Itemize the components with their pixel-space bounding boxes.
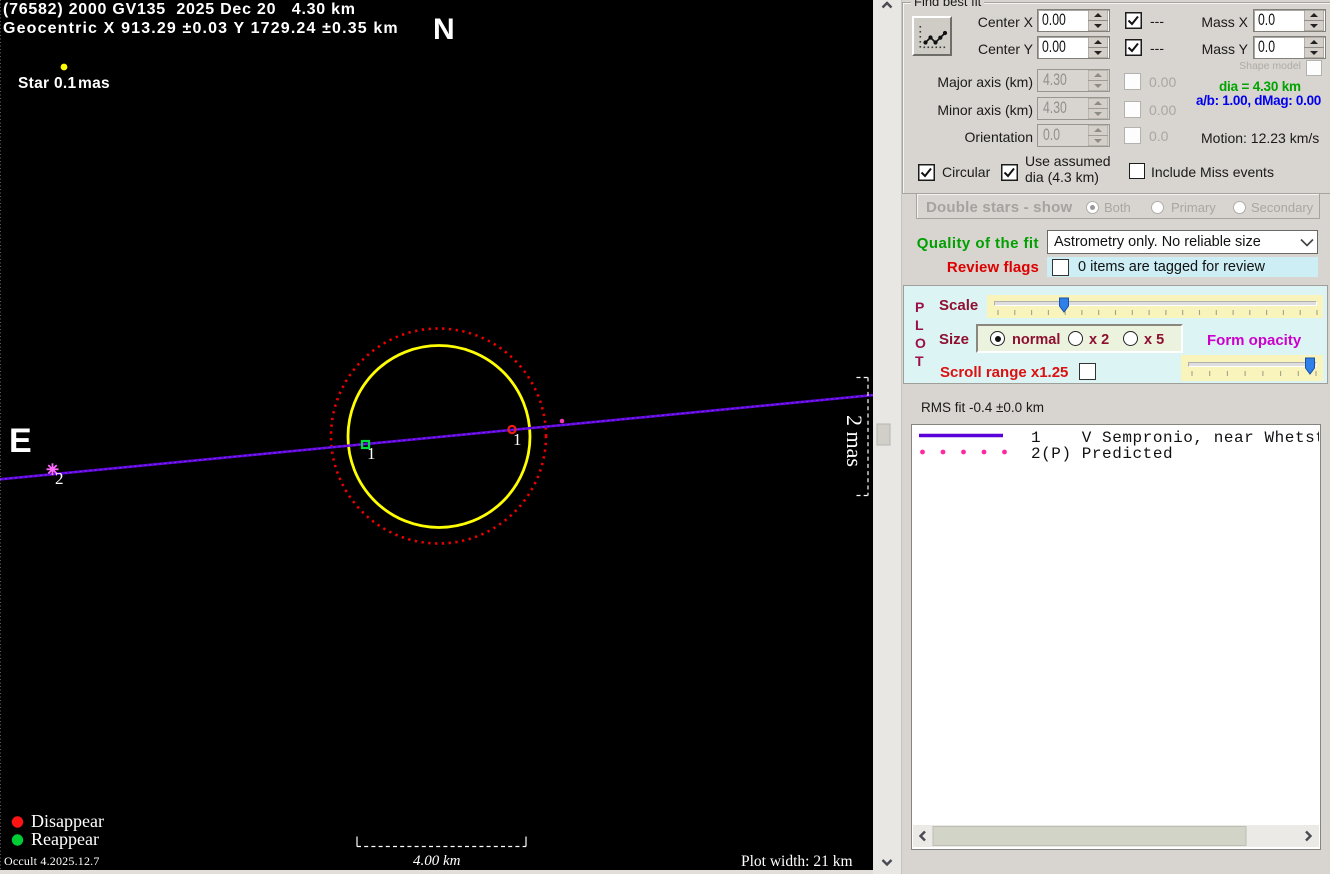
svg-text:2 mas: 2 mas	[842, 415, 867, 467]
